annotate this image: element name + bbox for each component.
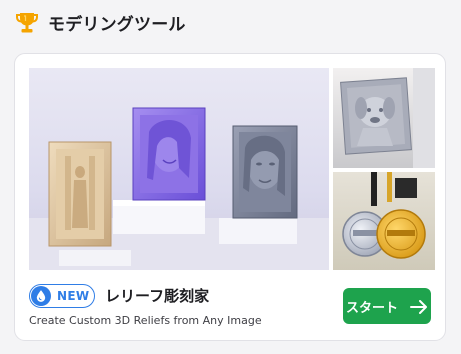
start-button-label: スタート bbox=[345, 300, 398, 316]
dog-relief-image bbox=[333, 68, 435, 168]
card-info: NEW レリーフ彫刻家 Create Custom 3D Reliefs fro… bbox=[29, 282, 431, 332]
section-header: モデリングツール bbox=[14, 8, 186, 36]
product-name: レリーフ彫刻家 bbox=[105, 287, 210, 305]
arrow-right-icon bbox=[410, 299, 428, 314]
medal-relief-image bbox=[333, 172, 435, 270]
product-subtitle: Create Custom 3D Reliefs from Any Image bbox=[29, 314, 262, 327]
section-title: モデリングツール bbox=[48, 14, 186, 35]
new-badge-label: NEW bbox=[57, 289, 90, 303]
start-button[interactable]: スタート bbox=[343, 288, 431, 324]
water-drop-icon bbox=[31, 286, 51, 306]
image-gallery bbox=[29, 68, 435, 270]
relief-sculptor-card[interactable]: NEW レリーフ彫刻家 Create Custom 3D Reliefs fro… bbox=[14, 53, 446, 341]
new-badge: NEW bbox=[29, 284, 95, 308]
trophy-icon bbox=[14, 9, 40, 35]
main-image bbox=[29, 68, 329, 270]
